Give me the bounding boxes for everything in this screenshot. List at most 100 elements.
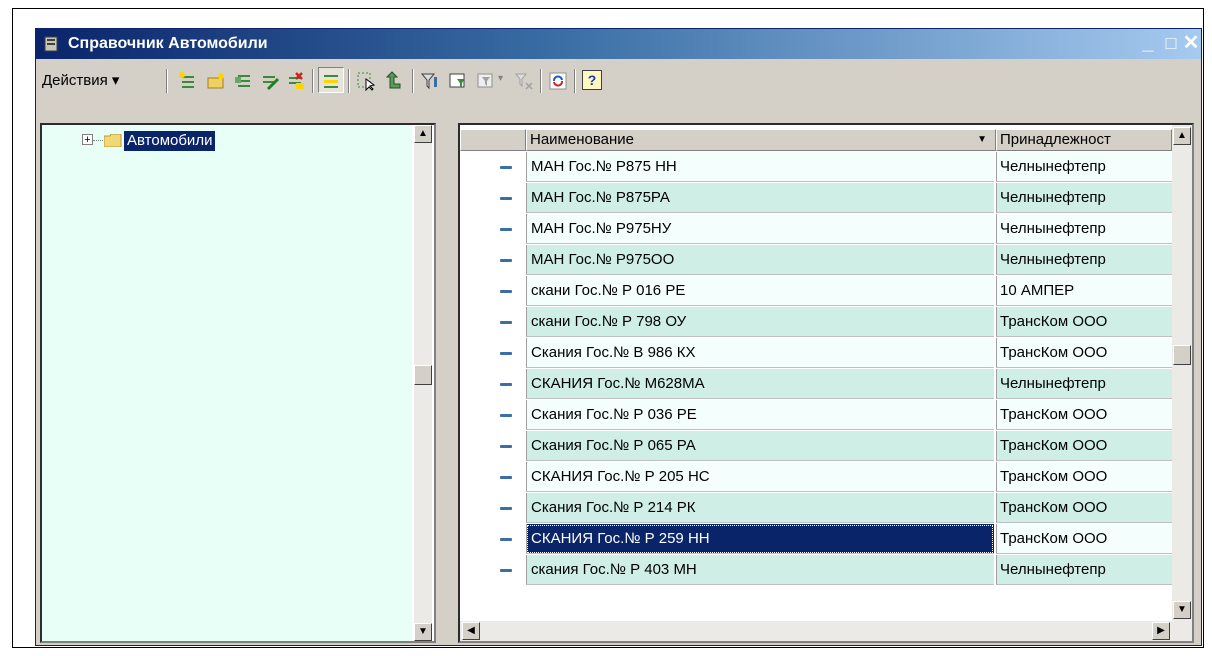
toolbar-separator — [540, 69, 542, 93]
table-row[interactable]: МАН Гос.№ Р975НУ Челнынефтепр — [460, 214, 1172, 244]
cell-owner[interactable]: Челнынефтепр — [996, 245, 1172, 275]
sort-dropdown-icon[interactable]: ▼ — [977, 130, 987, 150]
tree-connector — [93, 140, 103, 141]
scroll-down-icon[interactable]: ▼ — [1173, 601, 1191, 619]
cell-name[interactable]: скани Гос.№ Р 016 РЕ — [526, 276, 994, 306]
cell-name[interactable]: Скания Гос.№ Р 214 РК — [526, 493, 994, 523]
delete-item-icon[interactable] — [286, 71, 306, 91]
tree-vertical-scrollbar[interactable]: ▲ ▼ — [414, 125, 432, 641]
item-marker-icon — [500, 352, 512, 355]
cell-owner[interactable]: ТрансКом ООО — [996, 462, 1172, 492]
scroll-down-icon[interactable]: ▼ — [414, 623, 432, 641]
refresh-icon[interactable] — [548, 71, 568, 91]
scroll-right-icon[interactable]: ▶ — [1152, 622, 1170, 640]
toolbar-separator — [348, 69, 350, 93]
help-button[interactable]: ? — [582, 70, 602, 90]
add-folder-icon[interactable] — [206, 71, 226, 91]
cell-name[interactable]: СКАНИЯ Гос.№ Р 259 НН — [526, 524, 994, 554]
copy-item-icon[interactable] — [234, 71, 254, 91]
toolbar-separator — [166, 69, 168, 93]
cell-owner[interactable]: 10 АМПЕР — [996, 276, 1172, 306]
cell-owner[interactable]: Челнынефтепр — [996, 555, 1172, 585]
table-vertical-scrollbar[interactable]: ▲ ▼ — [1172, 125, 1192, 621]
table-row[interactable]: СКАНИЯ Гос.№ Р 259 НН ТрансКом ООО — [460, 524, 1172, 554]
scroll-up-icon[interactable]: ▲ — [414, 125, 432, 143]
table-row[interactable]: МАН Гос.№ Р875РА Челнынефтепр — [460, 183, 1172, 213]
table-horizontal-scrollbar[interactable]: ◀ ▶ — [460, 621, 1192, 641]
expand-icon[interactable]: + — [82, 134, 93, 146]
item-marker-icon — [500, 569, 512, 572]
title-bar[interactable]: Справочник Автомобили _ □ ✕ — [36, 29, 1201, 59]
table-row[interactable]: СКАНИЯ Гос.№ М628МА Челнынефтепр — [460, 369, 1172, 399]
scroll-up-icon[interactable]: ▲ — [1173, 127, 1191, 145]
item-marker-icon — [500, 507, 512, 510]
cell-name[interactable]: СКАНИЯ Гос.№ М628МА — [526, 369, 994, 399]
table-row[interactable]: Скания Гос.№ Р 036 РЕ ТрансКом ООО — [460, 400, 1172, 430]
actions-menu-button[interactable]: Действия ▾ — [42, 69, 119, 93]
cell-name[interactable]: МАН Гос.№ Р875 НН — [526, 152, 994, 182]
cell-name[interactable]: скания Гос.№ Р 403 МН — [526, 555, 994, 585]
table-row[interactable]: МАН Гос.№ Р875 НН Челнынефтепр — [460, 152, 1172, 182]
cell-name[interactable]: МАН Гос.№ Р875РА — [526, 183, 994, 213]
cell-name[interactable]: СКАНИЯ Гос.№ Р 205 НС — [526, 462, 994, 492]
cell-name[interactable]: МАН Гос.№ Р975ОО — [526, 245, 994, 275]
go-up-level-icon[interactable] — [384, 71, 404, 91]
item-marker-icon — [500, 414, 512, 417]
cell-owner[interactable]: Челнынефтепр — [996, 152, 1172, 182]
cell-owner[interactable]: ТрансКом ООО — [996, 524, 1172, 554]
cell-owner[interactable]: Челнынефтепр — [996, 369, 1172, 399]
table-row[interactable]: Скания Гос.№ Р 065 РА ТрансКом ООО — [460, 431, 1172, 461]
toolbar-separator — [412, 69, 414, 93]
cell-name[interactable]: МАН Гос.№ Р975НУ — [526, 214, 994, 244]
cell-owner[interactable]: ТрансКом ООО — [996, 400, 1172, 430]
groups-tree[interactable]: + Автомобили — [42, 125, 412, 641]
hierarchy-view-icon[interactable] — [321, 71, 341, 91]
cell-owner[interactable]: ТрансКом ООО — [996, 338, 1172, 368]
clear-filter-icon[interactable] — [514, 71, 534, 91]
column-header-owner[interactable]: Принадлежност — [996, 129, 1172, 151]
row-marker-column-header — [460, 129, 526, 151]
groups-tree-panel: + Автомобили ▲ ▼ — [40, 123, 436, 643]
move-to-group-icon[interactable] — [356, 71, 376, 91]
cell-owner[interactable]: ТрансКом ООО — [996, 307, 1172, 337]
table-row[interactable]: МАН Гос.№ Р975ОО Челнынефтепр — [460, 245, 1172, 275]
scroll-thumb[interactable] — [414, 365, 432, 385]
tree-item-label[interactable]: Автомобили — [124, 131, 216, 151]
column-header-name[interactable]: Наименование ▼ — [526, 129, 996, 151]
cell-owner[interactable]: Челнынефтепр — [996, 214, 1172, 244]
close-button[interactable]: ✕ — [1179, 32, 1203, 54]
cell-owner[interactable]: Челнынефтепр — [996, 183, 1172, 213]
table-row[interactable]: Скания Гос.№ Р 214 РК ТрансКом ООО — [460, 493, 1172, 523]
cell-owner[interactable]: ТрансКом ООО — [996, 431, 1172, 461]
table-row[interactable]: скания Гос.№ Р 403 МН Челнынефтепр — [460, 555, 1172, 585]
item-marker-icon — [500, 290, 512, 293]
cell-name[interactable]: скани Гос.№ Р 798 ОУ — [526, 307, 994, 337]
item-marker-icon — [500, 538, 512, 541]
table-row[interactable]: СКАНИЯ Гос.№ Р 205 НС ТрансКом ООО — [460, 462, 1172, 492]
cell-owner[interactable]: ТрансКом ООО — [996, 493, 1172, 523]
filter-history-dropdown-icon[interactable]: ▾ — [498, 73, 503, 84]
cell-name[interactable]: Скания Гос.№ В 986 КХ — [526, 338, 994, 368]
folder-icon — [104, 134, 122, 147]
item-marker-icon — [500, 228, 512, 231]
item-marker-icon — [500, 166, 512, 169]
column-header-name-label: Наименование — [530, 131, 634, 148]
minimize-button[interactable]: _ — [1136, 32, 1160, 54]
filter-history-icon[interactable] — [476, 71, 496, 91]
filter-icon[interactable] — [420, 71, 440, 91]
item-marker-icon — [500, 197, 512, 200]
table-row[interactable]: скани Гос.№ Р 016 РЕ 10 АМПЕР — [460, 276, 1172, 306]
edit-item-icon[interactable] — [260, 71, 280, 91]
filter-by-value-icon[interactable] — [448, 71, 468, 91]
add-item-icon[interactable] — [178, 71, 198, 91]
scroll-thumb[interactable] — [1173, 345, 1191, 365]
item-marker-icon — [500, 321, 512, 324]
table-row[interactable]: Скания Гос.№ В 986 КХ ТрансКом ООО — [460, 338, 1172, 368]
table-row[interactable]: скани Гос.№ Р 798 ОУ ТрансКом ООО — [460, 307, 1172, 337]
cell-name[interactable]: Скания Гос.№ Р 065 РА — [526, 431, 994, 461]
item-marker-icon — [500, 445, 512, 448]
cell-name[interactable]: Скания Гос.№ Р 036 РЕ — [526, 400, 994, 430]
scroll-left-icon[interactable]: ◀ — [462, 622, 480, 640]
toolbar-separator — [574, 69, 576, 93]
items-table: Наименование ▼ Принадлежност МАН Гос.№ Р… — [460, 125, 1172, 621]
